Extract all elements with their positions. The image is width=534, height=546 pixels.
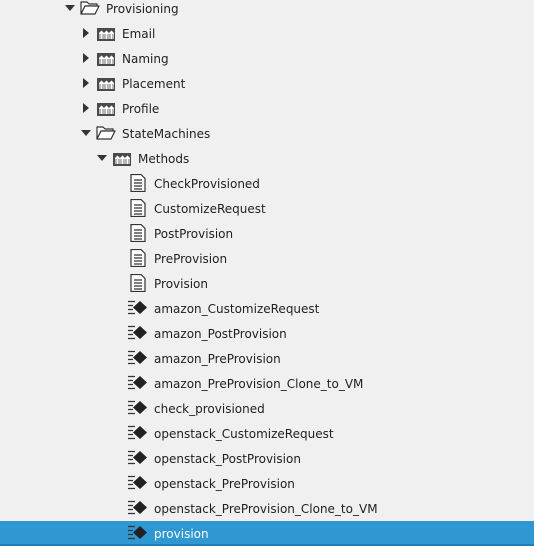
tree-node[interactable]: openstack_PostProvision — [0, 446, 534, 471]
document-icon — [128, 249, 148, 267]
expand-arrow-icon[interactable] — [96, 152, 108, 164]
tree-node-label[interactable]: openstack_PreProvision_Clone_to_VM — [154, 501, 378, 517]
tree-node[interactable]: amazon_CustomizeRequest — [0, 296, 534, 321]
method-icon — [127, 474, 147, 492]
tree-node-label[interactable]: Methods — [138, 151, 189, 167]
method-icon — [127, 324, 147, 342]
tree-node[interactable]: amazon_PreProvision_Clone_to_VM — [0, 371, 534, 396]
expand-arrow-icon[interactable] — [64, 2, 76, 14]
document-icon — [128, 199, 148, 217]
tree-node-label[interactable]: Provision — [154, 276, 208, 292]
tree-node-label[interactable]: provision — [154, 526, 209, 542]
folder-open-icon — [96, 124, 116, 142]
tree-node[interactable]: Placement — [0, 71, 534, 96]
method-icon — [127, 349, 147, 367]
namespace-icon — [96, 74, 116, 92]
namespace-icon — [96, 49, 116, 67]
tree-node[interactable]: PreProvision — [0, 246, 534, 271]
method-icon — [127, 374, 147, 392]
tree-node-label[interactable]: amazon_PreProvision_Clone_to_VM — [154, 376, 363, 392]
tree-node-label[interactable]: StateMachines — [122, 126, 210, 142]
tree-node-label[interactable]: amazon_PostProvision — [154, 326, 287, 342]
method-icon — [127, 299, 147, 317]
expand-arrow-icon[interactable] — [80, 127, 92, 139]
document-icon — [128, 224, 148, 242]
tree-node[interactable]: provision — [0, 521, 534, 546]
tree-node[interactable]: PostProvision — [0, 221, 534, 246]
tree-node-label[interactable]: openstack_CustomizeRequest — [154, 426, 334, 442]
tree-node-label[interactable]: openstack_PreProvision — [154, 476, 295, 492]
tree-node-label[interactable]: Email — [122, 26, 155, 42]
tree-node-label[interactable]: Naming — [122, 51, 169, 67]
collapse-arrow-icon[interactable] — [80, 102, 92, 114]
tree-node[interactable]: Profile — [0, 96, 534, 121]
tree-node[interactable]: openstack_PreProvision_Clone_to_VM — [0, 496, 534, 521]
method-icon — [127, 449, 147, 467]
tree-node-label[interactable]: PostProvision — [154, 226, 233, 242]
tree-node-label[interactable]: CheckProvisioned — [154, 176, 260, 192]
method-icon — [127, 524, 147, 542]
tree-node[interactable]: Methods — [0, 146, 534, 171]
document-icon — [128, 174, 148, 192]
namespace-icon — [112, 149, 132, 167]
tree-node[interactable]: Provision — [0, 271, 534, 296]
tree-node-label[interactable]: PreProvision — [154, 251, 227, 267]
tree-node[interactable]: Provisioning — [0, 0, 534, 21]
automate-tree: Provisioning Email Naming Placement Profile S… — [0, 0, 534, 546]
collapse-arrow-icon[interactable] — [80, 77, 92, 89]
collapse-arrow-icon[interactable] — [80, 52, 92, 64]
namespace-icon — [96, 24, 116, 42]
tree-node-label[interactable]: Placement — [122, 76, 185, 92]
method-icon — [127, 499, 147, 517]
tree-node-label[interactable]: Provisioning — [106, 1, 179, 17]
tree-node-label[interactable]: amazon_CustomizeRequest — [154, 301, 319, 317]
tree-node[interactable]: openstack_PreProvision — [0, 471, 534, 496]
tree-node[interactable]: CustomizeRequest — [0, 196, 534, 221]
tree-node[interactable]: Naming — [0, 46, 534, 71]
tree-node[interactable]: CheckProvisioned — [0, 171, 534, 196]
tree-node-label[interactable]: CustomizeRequest — [154, 201, 266, 217]
tree-node[interactable]: amazon_PreProvision — [0, 346, 534, 371]
tree-node-label[interactable]: amazon_PreProvision — [154, 351, 281, 367]
tree-node[interactable]: openstack_CustomizeRequest — [0, 421, 534, 446]
method-icon — [127, 424, 147, 442]
tree-node-label[interactable]: check_provisioned — [154, 401, 265, 417]
namespace-icon — [96, 99, 116, 117]
tree-node[interactable]: check_provisioned — [0, 396, 534, 421]
tree-node[interactable]: StateMachines — [0, 121, 534, 146]
tree-node-label[interactable]: Profile — [122, 101, 159, 117]
tree-node[interactable]: Email — [0, 21, 534, 46]
collapse-arrow-icon[interactable] — [80, 27, 92, 39]
tree-node[interactable]: amazon_PostProvision — [0, 321, 534, 346]
tree-node-label[interactable]: openstack_PostProvision — [154, 451, 301, 467]
document-icon — [128, 274, 148, 292]
folder-open-icon — [80, 0, 100, 17]
method-icon — [127, 399, 147, 417]
